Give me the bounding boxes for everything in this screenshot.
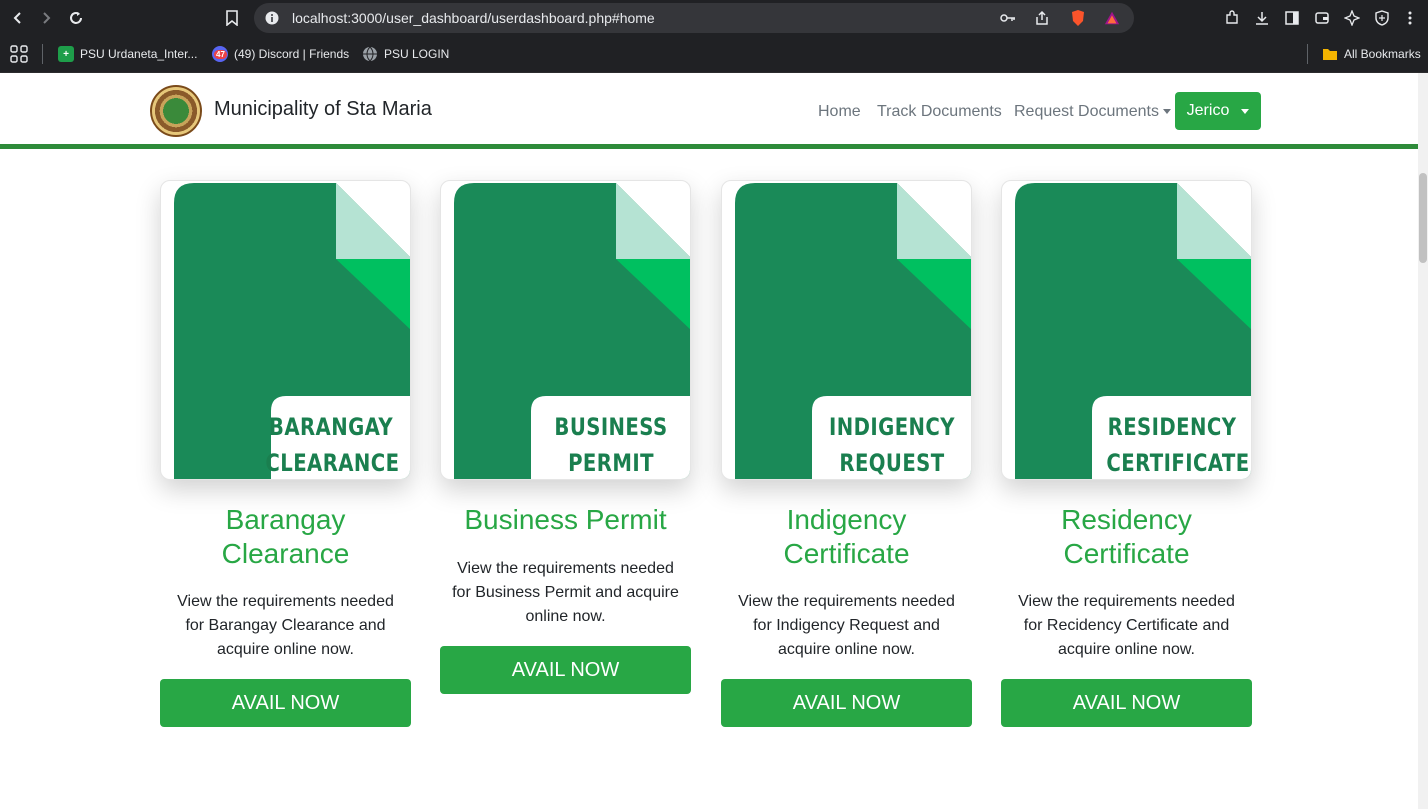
- card-description: View the requirements needed for Busines…: [452, 560, 679, 625]
- discord-icon: 47: [212, 46, 228, 62]
- green-plus-icon: +: [58, 46, 74, 62]
- document-image[interactable]: BUSINESS PERMIT: [440, 180, 691, 480]
- document-image[interactable]: BARANGAY CLEARANCE: [160, 180, 411, 480]
- card-heading: Business Permit: [464, 504, 667, 535]
- service-card-residency-certificate: RESIDENCY CERTIFICATE Residency Certific…: [1001, 180, 1252, 740]
- all-bookmarks[interactable]: All Bookmarks: [1322, 45, 1421, 63]
- back-icon[interactable]: [6, 6, 30, 30]
- document-label-line1: BARANGAY: [268, 413, 394, 441]
- service-card-business-permit: BUSINESS PERMIT Business Permit View the…: [440, 180, 691, 740]
- avail-now-button[interactable]: AVAIL NOW: [440, 646, 691, 694]
- card-description: View the requirements needed for Reciden…: [1018, 593, 1235, 658]
- user-dropdown-button[interactable]: Jerico: [1175, 92, 1261, 130]
- address-bar[interactable]: localhost:3000/user_dashboard/userdashbo…: [254, 3, 1134, 33]
- avail-now-button[interactable]: AVAIL NOW: [160, 679, 411, 727]
- site-navbar: Municipality of Sta Maria Home Track Doc…: [0, 73, 1418, 149]
- bookmark-separator: [42, 44, 43, 64]
- brave-shield-icon[interactable]: [1070, 10, 1086, 26]
- brave-rewards-icon[interactable]: [1104, 10, 1120, 26]
- notification-badge: 47: [214, 50, 227, 59]
- all-bookmarks-label: All Bookmarks: [1344, 47, 1421, 61]
- page-content: Municipality of Sta Maria Home Track Doc…: [0, 73, 1428, 809]
- document-label-line1: INDIGENCY: [829, 413, 955, 441]
- chevron-down-icon: [1162, 109, 1171, 115]
- sidebar-icon[interactable]: [1282, 8, 1302, 28]
- bookmark-label: PSU Urdaneta_Inter...: [80, 47, 198, 61]
- download-icon[interactable]: [1252, 8, 1272, 28]
- share-icon[interactable]: [1034, 10, 1050, 26]
- apps-grid-icon[interactable]: [10, 45, 28, 63]
- service-card-barangay-clearance: BARANGAY CLEARANCE Barangay Clearance Vi…: [160, 180, 411, 740]
- municipality-logo[interactable]: [150, 85, 202, 137]
- card-heading: Residency Certificate: [1061, 504, 1192, 569]
- nav-home[interactable]: Home: [818, 103, 861, 121]
- key-icon[interactable]: [1000, 10, 1016, 26]
- nav-request-label: Request Documents: [1014, 103, 1159, 120]
- bookmark-psu-urdaneta[interactable]: + PSU Urdaneta_Inter...: [58, 45, 197, 63]
- menu-icon[interactable]: [1400, 8, 1420, 28]
- forward-icon[interactable]: [34, 6, 58, 30]
- document-label-line2: CLEARANCE: [265, 449, 400, 477]
- folder-icon: [1322, 46, 1338, 62]
- vpn-icon[interactable]: [1372, 8, 1392, 28]
- brand-title[interactable]: Municipality of Sta Maria: [214, 98, 432, 121]
- document-label-line1: BUSINESS: [554, 413, 668, 441]
- extensions-icon[interactable]: [1222, 8, 1242, 28]
- scrollbar-thumb[interactable]: [1419, 173, 1427, 263]
- card-description: View the requirements needed for Indigen…: [738, 593, 955, 658]
- leo-ai-icon[interactable]: [1342, 8, 1362, 28]
- card-description: View the requirements needed for Baranga…: [177, 593, 394, 658]
- avail-now-button[interactable]: AVAIL NOW: [721, 679, 972, 727]
- document-image[interactable]: RESIDENCY CERTIFICATE: [1001, 180, 1252, 480]
- bookmark-discord[interactable]: 47 (49) Discord | Friends: [212, 45, 349, 63]
- bookmark-label: (49) Discord | Friends: [234, 47, 350, 61]
- reload-icon[interactable]: [64, 6, 88, 30]
- card-heading: Indigency Certificate: [783, 504, 910, 569]
- wallet-icon[interactable]: [1312, 8, 1332, 28]
- service-card-indigency-certificate: INDIGENCY REQUEST Indigency Certificate …: [721, 180, 972, 740]
- bookmark-psu-login[interactable]: PSU LOGIN: [362, 45, 449, 63]
- bookmark-icon[interactable]: [220, 6, 244, 30]
- user-name: Jerico: [1186, 102, 1230, 119]
- card-heading: Barangay Clearance: [221, 504, 350, 569]
- url-text: localhost:3000/user_dashboard/userdashbo…: [292, 10, 655, 26]
- page-scrollbar[interactable]: [1418, 73, 1428, 809]
- document-label-line2: PERMIT: [568, 449, 654, 477]
- document-label-line1: RESIDENCY: [1107, 413, 1237, 441]
- site-info-icon[interactable]: [264, 10, 280, 26]
- document-image[interactable]: INDIGENCY REQUEST: [721, 180, 972, 480]
- document-label-line2: CERTIFICATE: [1106, 449, 1250, 477]
- browser-toolbar: localhost:3000/user_dashboard/userdashbo…: [0, 0, 1428, 36]
- document-label-line2: REQUEST: [839, 449, 945, 477]
- chevron-down-icon: [1241, 108, 1250, 114]
- nav-track-documents[interactable]: Track Documents: [877, 103, 1002, 121]
- bookmark-separator: [1307, 44, 1308, 64]
- bookmarks-bar: + PSU Urdaneta_Inter... 47 (49) Discord …: [0, 36, 1428, 73]
- avail-now-button[interactable]: AVAIL NOW: [1001, 679, 1252, 727]
- bookmark-label: PSU LOGIN: [384, 47, 450, 61]
- globe-icon: [362, 46, 378, 62]
- nav-request-documents[interactable]: Request Documents: [1014, 103, 1171, 121]
